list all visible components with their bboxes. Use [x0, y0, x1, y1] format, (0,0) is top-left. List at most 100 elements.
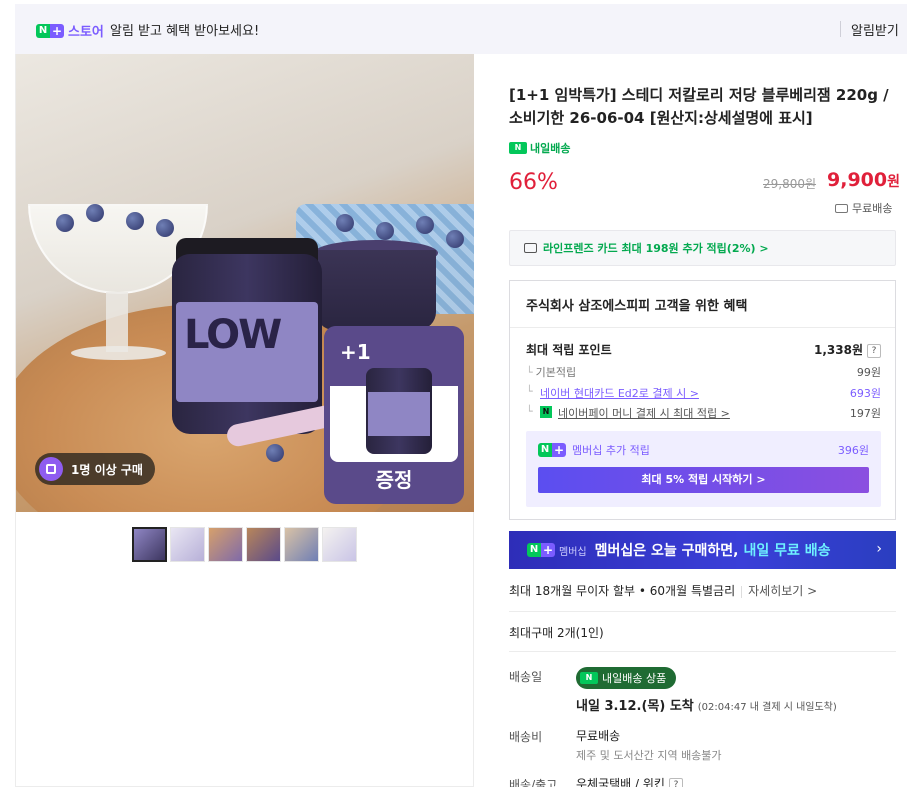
- benefits-heading: 주식회사 삼조에스피피 고객을 위한 혜택: [526, 299, 748, 314]
- hyundai-card-value: 693원: [849, 387, 881, 400]
- max-points-value: 1,338원: [814, 343, 863, 357]
- benefits-divider: [510, 327, 895, 328]
- max-points-value-wrap: 1,338원?: [814, 341, 881, 358]
- shopping-bag-icon: [39, 457, 63, 481]
- indent-mark: └: [526, 366, 533, 379]
- basic-points-label-wrap: └ 기본적립: [526, 364, 576, 380]
- berry-shape: [266, 444, 284, 462]
- max-points-label: 최대 적립 포인트: [526, 343, 612, 357]
- membership-points-label: 멤버십 추가 적립: [572, 444, 650, 457]
- hyundai-card-link[interactable]: 네이버 현대카드 Ed2로 결제 시 >: [540, 385, 699, 401]
- product-gallery: LOW +1 증정 1명 이상 구매: [15, 54, 474, 787]
- ship-date-label: 배송일: [509, 670, 543, 684]
- berry-shape: [416, 216, 434, 234]
- divider: [509, 651, 896, 652]
- credit-card-icon: [524, 243, 537, 253]
- customer-benefits-box: 주식회사 삼조에스피피 고객을 위한 혜택 최대 적립 포인트 1,338원? …: [509, 280, 896, 520]
- store-notify-banner: N + 스토어 알림 받고 혜택 받아보세요! 알림받기: [15, 4, 907, 54]
- sale-price-value: 9,900: [827, 169, 888, 191]
- help-icon[interactable]: ?: [668, 777, 683, 787]
- notify-button[interactable]: 알림받기: [851, 20, 899, 39]
- npay-value: 197원: [849, 407, 881, 420]
- banner-message: 알림 받고 혜택 받아보세요!: [110, 24, 260, 39]
- price-unit: 원: [887, 174, 900, 190]
- min-quantity-badge: 1명 이상 구매: [35, 453, 155, 485]
- naver-plus-icon: N +: [36, 23, 64, 38]
- thumbnail-2[interactable]: [170, 527, 205, 562]
- thumbnail-6[interactable]: [322, 527, 357, 562]
- carrier-value: 우체국택배 / 위킨?: [576, 775, 683, 787]
- main-product-image[interactable]: LOW +1 증정 1명 이상 구매: [16, 54, 474, 512]
- delivery-tag-text: 내일배송: [530, 142, 571, 155]
- berry-shape: [156, 219, 174, 237]
- berry-shape: [86, 204, 104, 222]
- jar-brand-text: LOW: [184, 312, 282, 358]
- free-shipping-text: 무료배송: [852, 202, 893, 215]
- npay-link[interactable]: 네이버페이 머니 결제 시 최대 적립 >: [558, 405, 730, 421]
- min-quantity-text: 1명 이상 구매: [71, 462, 143, 477]
- original-price: 29,800원: [763, 177, 817, 191]
- membership-badge: N + 멤버십: [527, 543, 587, 558]
- gift-card: +1 증정: [324, 326, 464, 504]
- membership-promo-banner[interactable]: N + 멤버십 멤버십은 오늘 구매하면, 내일 무료 배송 ›: [509, 531, 896, 569]
- naver-plus-icon: N +: [538, 443, 566, 457]
- delivery-badge-text: 내일배송 상품: [602, 672, 667, 685]
- naver-plus-store-logo[interactable]: N + 스토어: [36, 21, 104, 40]
- basic-points-value: 99원: [856, 366, 881, 379]
- naver-delivery-icon: N: [580, 672, 598, 684]
- berry-shape: [336, 214, 354, 232]
- card-benefit-banner[interactable]: 라인프렌즈 카드 최대 198원 추가 적립(2%) >: [509, 230, 896, 266]
- ship-fee-label: 배송비: [509, 730, 543, 744]
- gift-label: 증정: [375, 468, 413, 492]
- store-label: 스토어: [68, 25, 104, 40]
- truck-icon: [835, 203, 848, 213]
- berry-shape: [446, 230, 464, 248]
- carrier-text: 우체국택배 / 위킨: [576, 777, 665, 787]
- indent-mark: └: [526, 405, 533, 418]
- naver-delivery-icon: N: [509, 142, 527, 154]
- discount-rate: 66%: [509, 170, 558, 195]
- gift-jar-label-shape: [368, 392, 430, 436]
- thumbnail-3[interactable]: [208, 527, 243, 562]
- thumbnail-1[interactable]: [132, 527, 167, 562]
- membership-start-button[interactable]: 최대 5% 적립 시작하기 >: [538, 467, 869, 493]
- membership-box: N + 멤버십 추가 적립 396원 최대 5% 적립 시작하기 >: [526, 431, 881, 507]
- basic-points-label: 기본적립: [535, 366, 577, 379]
- berry-shape: [376, 222, 394, 240]
- product-title: [1+1 임박특가] 스테디 저칼로리 저당 블루베리잼 220g / 소비기한…: [509, 86, 889, 127]
- installment-divider: [741, 585, 743, 598]
- promo-accent: 내일 무료 배송: [743, 543, 831, 559]
- thumbnail-5[interactable]: [284, 527, 319, 562]
- ship-fee-value: 무료배송: [576, 729, 621, 743]
- jam-cup-shape: [316, 250, 436, 330]
- max-purchase-text: 최대구매 2개(1인): [509, 626, 604, 640]
- tomorrow-delivery-badge: N 내일배송 상품: [576, 667, 677, 689]
- berry-shape: [126, 212, 144, 230]
- help-icon[interactable]: ?: [867, 343, 881, 358]
- installment-text: 최대 18개월 무이자 할부 • 60개월 특별금리: [509, 584, 736, 598]
- promo-text: 멤버십은 오늘 구매하면,: [594, 543, 739, 559]
- thumbnail-4[interactable]: [246, 527, 281, 562]
- thumbnail-strip: [132, 527, 357, 562]
- banner-divider: [840, 21, 841, 37]
- ship-fee-note: 제주 및 도서산간 지역 배송불가: [576, 749, 722, 762]
- card-benefit-text: 라인프렌즈 카드 최대 198원 추가 적립(2%) >: [543, 242, 769, 255]
- free-shipping-label: 무료배송: [835, 200, 892, 216]
- carrier-label: 배송/출고: [509, 778, 558, 787]
- membership-badge-text: 멤버십: [559, 546, 587, 558]
- arrival-note: (02:04:47 내 결제 시 내일도착): [697, 702, 837, 713]
- npay-icon: N: [540, 406, 552, 418]
- installment-details-link[interactable]: 자세히보기 >: [748, 584, 817, 598]
- tomorrow-delivery-tag: N 내일배송: [509, 140, 570, 156]
- glass-base-shape: [71, 346, 166, 360]
- installment-info: 최대 18개월 무이자 할부 • 60개월 특별금리 자세히보기 >: [509, 582, 817, 599]
- arrival-text: 내일 3.12.(목) 도착: [576, 699, 694, 714]
- indent-mark: └: [526, 385, 533, 398]
- berry-shape: [56, 214, 74, 232]
- glass-stem-shape: [106, 292, 128, 352]
- naver-plus-icon: N +: [527, 543, 555, 557]
- gift-plus-text: +1: [340, 340, 371, 364]
- membership-points-value: 396원: [837, 444, 869, 457]
- divider: [509, 611, 896, 612]
- sale-price: 9,900원: [827, 169, 900, 191]
